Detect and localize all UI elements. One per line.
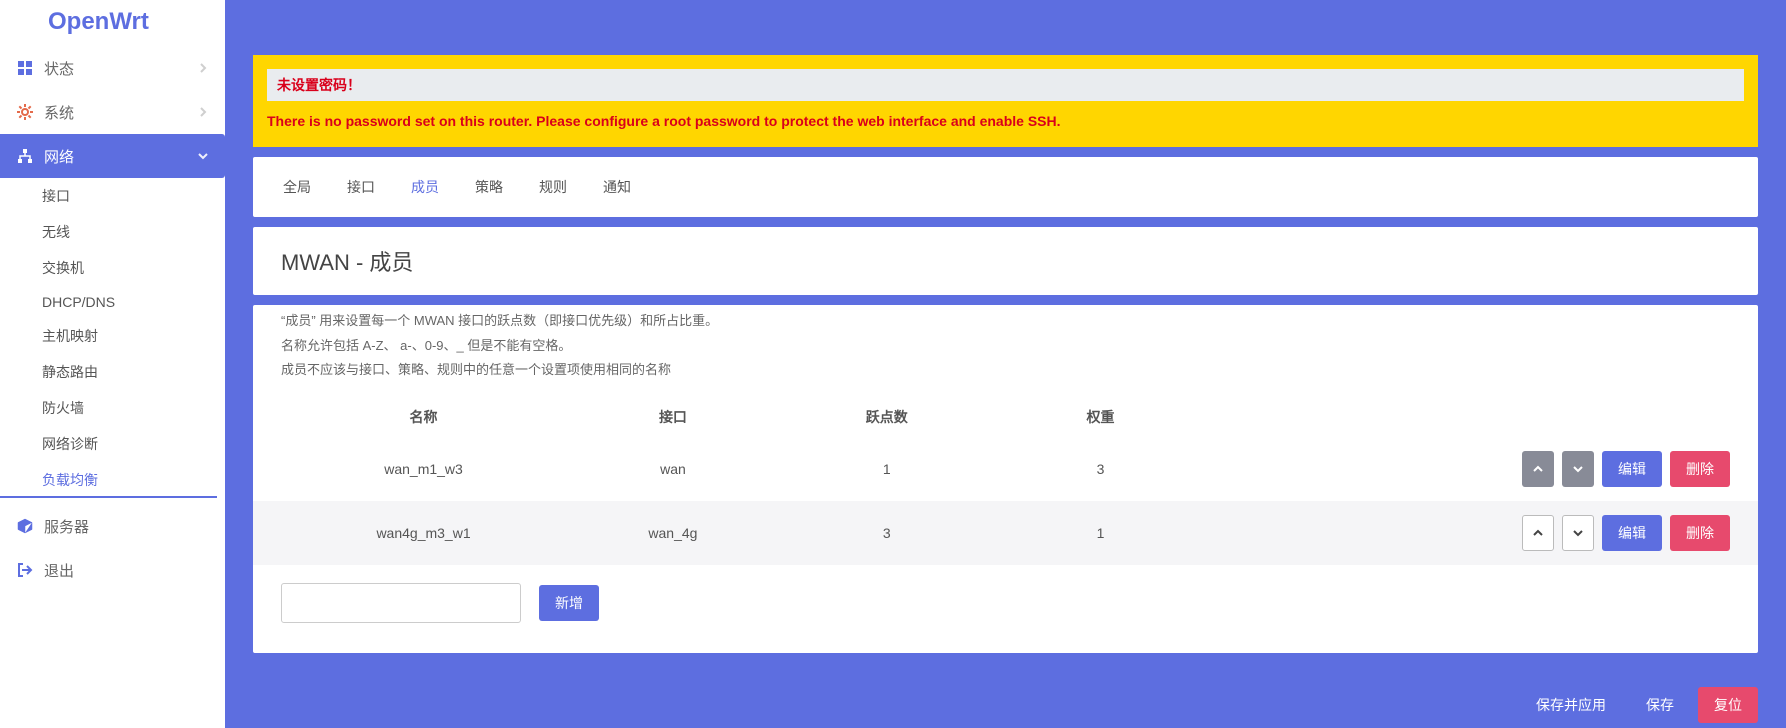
move-down-button[interactable]	[1562, 451, 1594, 487]
add-button[interactable]: 新增	[539, 585, 599, 621]
cell-weight: 1	[994, 525, 1208, 541]
sidebar-sub-item[interactable]: 静态路由	[0, 354, 225, 390]
tab-3[interactable]: 策略	[457, 163, 521, 211]
tab-4[interactable]: 规则	[521, 163, 585, 211]
gear-icon	[16, 103, 34, 121]
tab-1[interactable]: 接口	[329, 163, 393, 211]
cell-name: wan4g_m3_w1	[281, 525, 566, 541]
tab-2[interactable]: 成员	[393, 163, 457, 211]
chevron-down-icon	[1572, 463, 1584, 475]
save-button[interactable]: 保存	[1630, 687, 1690, 723]
subtabs: 全局接口成员策略规则通知	[253, 157, 1758, 217]
chevron-down-icon	[1572, 527, 1584, 539]
table-row: wan4g_m3_w1wan_4g31 编辑删除	[253, 501, 1758, 565]
sidebar-item-gear[interactable]: 系统	[0, 90, 225, 134]
edit-button[interactable]: 编辑	[1602, 451, 1662, 487]
table-row: wan_m1_w3wan13 编辑删除	[253, 437, 1758, 501]
sidebar-sub-item[interactable]: 网络诊断	[0, 426, 225, 462]
sidebar-item-sitemap[interactable]: 网络	[0, 134, 225, 178]
add-name-input[interactable]	[281, 583, 521, 623]
delete-button[interactable]: 删除	[1670, 515, 1730, 551]
sidebar-sub-item[interactable]: 接口	[0, 178, 225, 214]
col-name: 名称	[281, 407, 566, 427]
chevron-up-icon	[1532, 463, 1544, 475]
page-title: MWAN - 成员	[253, 227, 1758, 295]
move-up-button[interactable]	[1522, 515, 1554, 551]
sidebar-sub-item[interactable]: 主机映射	[0, 318, 225, 354]
chevron-up-icon	[1532, 527, 1544, 539]
cube-icon	[16, 517, 34, 535]
description: “成员” 用来设置每一个 MWAN 接口的跃点数（即接口优先级）和所占比重。 名…	[253, 305, 1758, 397]
delete-button[interactable]: 删除	[1670, 451, 1730, 487]
sidebar-item-grid[interactable]: 状态	[0, 46, 225, 90]
warning-title: 未设置密码！	[267, 69, 1744, 101]
cell-name: wan_m1_w3	[281, 461, 566, 477]
reset-button[interactable]: 复位	[1698, 687, 1758, 723]
col-metric: 跃点数	[780, 407, 994, 427]
sidebar-item-cube[interactable]: 服务器	[0, 504, 225, 548]
cell-iface: wan	[566, 461, 780, 477]
chevron-right-icon	[197, 62, 209, 74]
move-down-button[interactable]	[1562, 515, 1594, 551]
col-weight: 权重	[994, 407, 1208, 427]
sidebar-item-exit[interactable]: 退出	[0, 548, 225, 592]
cell-metric: 1	[780, 461, 994, 477]
cell-weight: 3	[994, 461, 1208, 477]
tab-5[interactable]: 通知	[585, 163, 649, 211]
cell-iface: wan_4g	[566, 525, 780, 541]
chevron-down-icon	[197, 150, 209, 162]
sitemap-icon	[16, 147, 34, 165]
logo: OpenWrt	[0, 0, 225, 46]
cell-metric: 3	[780, 525, 994, 541]
edit-button[interactable]: 编辑	[1602, 515, 1662, 551]
warning-banner: 未设置密码！ There is no password set on this …	[253, 55, 1758, 147]
move-up-button[interactable]	[1522, 451, 1554, 487]
sidebar-sub-item[interactable]: 负载均衡	[0, 462, 217, 498]
save-apply-button[interactable]: 保存并应用	[1520, 687, 1622, 723]
warning-body: There is no password set on this router.…	[267, 113, 1744, 129]
sidebar-item-label: 状态	[44, 58, 74, 79]
chevron-right-icon	[197, 106, 209, 118]
sidebar-sub-item[interactable]: 无线	[0, 214, 225, 250]
tab-0[interactable]: 全局	[265, 163, 329, 211]
sidebar-sub-item[interactable]: 交换机	[0, 250, 225, 286]
sidebar-item-label: 网络	[44, 146, 74, 167]
sidebar-sub-item[interactable]: DHCP/DNS	[0, 286, 225, 318]
sidebar-item-label: 系统	[44, 102, 74, 123]
grid-icon	[16, 59, 34, 77]
sidebar-item-label: 服务器	[44, 516, 89, 537]
sidebar-sub-item[interactable]: 防火墙	[0, 390, 225, 426]
col-iface: 接口	[566, 407, 780, 427]
exit-icon	[16, 561, 34, 579]
sidebar-item-label: 退出	[44, 560, 74, 581]
